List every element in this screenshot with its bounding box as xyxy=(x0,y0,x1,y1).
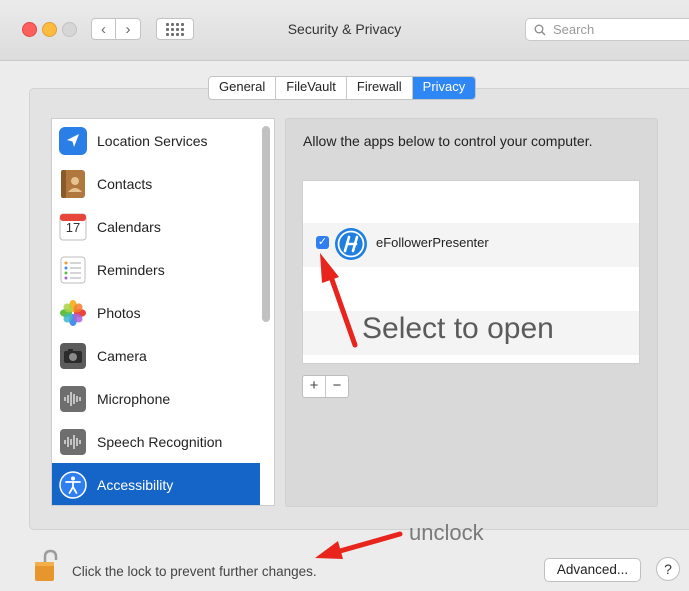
lock-status-text: Click the lock to prevent further change… xyxy=(72,564,317,579)
padlock-icon[interactable] xyxy=(33,548,59,589)
advanced-button[interactable]: Advanced... xyxy=(544,558,641,582)
help-button[interactable]: ? xyxy=(656,557,680,581)
tab-firewall[interactable]: Firewall xyxy=(347,77,413,99)
tab-privacy[interactable]: Privacy xyxy=(412,77,476,99)
arrow-to-checkbox xyxy=(320,253,358,348)
tab-general[interactable]: General xyxy=(209,77,277,99)
arrow-to-lock xyxy=(315,531,403,559)
tab-filevault[interactable]: FileVault xyxy=(276,77,347,99)
tab-bar: General FileVault Firewall Privacy xyxy=(208,76,477,100)
